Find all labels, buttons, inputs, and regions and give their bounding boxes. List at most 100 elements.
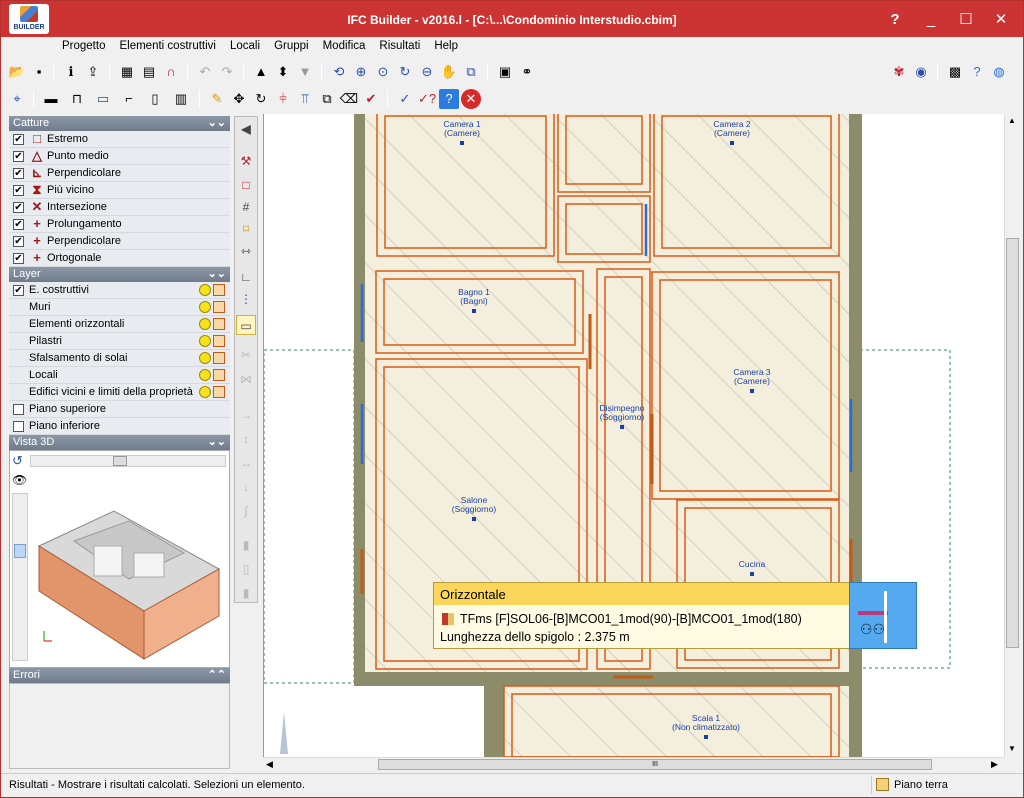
pan-hand-icon[interactable]: ✋	[439, 62, 459, 82]
layer-visibility-icons[interactable]	[198, 368, 228, 382]
checkbox[interactable]: ✔	[13, 134, 24, 145]
room-label[interactable]: Disimpegno (Soggiorno)	[582, 404, 662, 422]
slab-icon[interactable]: ▥	[171, 89, 191, 109]
step-icon[interactable]: ⌐	[119, 89, 139, 109]
wall-icon[interactable]: ▬	[41, 89, 61, 109]
lightbulb-icon[interactable]	[199, 284, 211, 296]
layer-visibility-icons[interactable]	[198, 334, 228, 348]
catture-header[interactable]: Catture ⌄⌄	[9, 116, 230, 131]
box-3d-icon[interactable]	[213, 369, 225, 381]
scroll-right-icon[interactable]: ▶	[991, 759, 998, 770]
layer-item[interactable]: Edifici vicini e limiti della proprietà	[9, 384, 230, 401]
menu-help[interactable]: Help	[427, 37, 465, 55]
menu-progetto[interactable]: Progetto	[55, 37, 112, 55]
checkbox[interactable]: ✔	[13, 219, 24, 230]
web-icon[interactable]: ◍	[989, 62, 1009, 82]
scroll-left-icon[interactable]: ◀	[266, 759, 273, 770]
layer-item[interactable]: Piano superiore	[9, 401, 230, 418]
catture-item[interactable]: ✔ ⧗ Più vicino	[9, 182, 230, 199]
zoom-all-icon[interactable]: ⊕	[351, 62, 371, 82]
column-a-icon[interactable]: ▮	[236, 535, 256, 555]
arrow-up-icon[interactable]: ↕	[236, 429, 256, 449]
arrow-right-icon[interactable]: →	[236, 405, 256, 425]
open-icon[interactable]: 📂	[7, 62, 27, 82]
save-icon[interactable]: ▪	[29, 62, 49, 82]
lightbulb-icon[interactable]	[199, 318, 211, 330]
close-button[interactable]: ✕	[987, 9, 1015, 31]
rotate-icon[interactable]: ↻	[251, 89, 271, 109]
mirror-copy-icon[interactable]: ⫪	[295, 89, 315, 109]
box-3d-icon[interactable]	[213, 284, 225, 296]
minimize-button[interactable]: _	[917, 9, 945, 31]
zoom-window-icon[interactable]: ⟲	[329, 62, 349, 82]
eye-icon[interactable]: 👁	[12, 473, 27, 487]
checkbox[interactable]: ✔	[13, 253, 24, 264]
layer-visibility-icons[interactable]	[198, 283, 228, 297]
collapse-left-icon[interactable]: ◀	[236, 119, 256, 139]
catture-item[interactable]: ✔ ⊾ Perpendicolare	[9, 165, 230, 182]
cut-icon[interactable]: ✂	[236, 345, 256, 365]
checkbox[interactable]	[13, 421, 24, 432]
horizontal-scrollbar[interactable]: ◀ III ▶	[263, 757, 1004, 772]
room-label[interactable]: Cucina	[712, 560, 792, 569]
layer-visibility-icons[interactable]	[198, 385, 228, 399]
angle-icon[interactable]: ∟	[236, 267, 256, 287]
tools-icon[interactable]: ⚒	[236, 151, 256, 171]
scroll-up-icon[interactable]: ▲	[1008, 116, 1016, 125]
redo-icon[interactable]: ↷	[217, 62, 237, 82]
scroll-thumb[interactable]	[1006, 238, 1019, 648]
curve-icon[interactable]: ∫	[236, 501, 256, 521]
box-3d-icon[interactable]	[213, 318, 225, 330]
tables-icon[interactable]: ▦	[117, 62, 137, 82]
scroll-down-icon[interactable]: ▼	[1008, 744, 1016, 753]
checkbox[interactable]: ✔	[13, 202, 24, 213]
help-button[interactable]: ?	[881, 9, 909, 31]
errori-header[interactable]: Errori ⌃⌃	[9, 668, 230, 683]
align-icon[interactable]: ⋮	[236, 289, 256, 309]
colors-icon[interactable]: ◉	[911, 62, 931, 82]
horizontal-slider[interactable]	[30, 455, 226, 467]
box-3d-icon[interactable]	[213, 301, 225, 313]
layer-item[interactable]: Muri	[9, 299, 230, 316]
erase-icon[interactable]: ⌫	[339, 89, 359, 109]
room-label[interactable]: Scala 1 (Non climatizzato)	[666, 714, 746, 732]
collapse-chevron-icon[interactable]: ⌄⌄	[208, 116, 226, 129]
arrow-h-icon[interactable]: ↔	[236, 453, 256, 473]
rotate-view-icon[interactable]: ↺	[12, 453, 23, 469]
floor-indicator[interactable]: Piano terra	[871, 776, 1011, 794]
menu-risultati[interactable]: Risultati	[372, 37, 427, 55]
dimension-icon[interactable]: ⇿	[236, 241, 256, 261]
layer-item[interactable]: Elementi orizzontali	[9, 316, 230, 333]
check-icon[interactable]: ✓	[395, 89, 415, 109]
lightbulb-icon[interactable]	[199, 369, 211, 381]
calculator-icon[interactable]: ▩	[945, 62, 965, 82]
checkbox[interactable]: ✔	[13, 168, 24, 179]
lightbulb-icon[interactable]	[199, 352, 211, 364]
screen-icon[interactable]: ▣	[495, 62, 515, 82]
cancel-icon[interactable]: ✕	[461, 89, 481, 109]
zoom-in-icon[interactable]: ⊙	[373, 62, 393, 82]
arrow-down-icon[interactable]: ↓	[236, 477, 256, 497]
grid-icon[interactable]: #	[236, 197, 256, 217]
lightbulb-icon[interactable]	[199, 301, 211, 313]
drawing-canvas[interactable]: Camera 1 (Camere) Camera 2 (Camere) Bagno 1(…	[263, 114, 1004, 757]
floor-select-icon[interactable]: ⬍	[273, 62, 293, 82]
checkbox[interactable]: ✔	[13, 285, 24, 296]
layer-visibility-icons[interactable]	[198, 317, 228, 331]
room-label[interactable]: Camera 3 (Camere)	[712, 368, 792, 386]
catture-item[interactable]: ✔ □ Estremo	[9, 131, 230, 148]
column-b-icon[interactable]: ▯	[236, 559, 256, 579]
checkbox[interactable]: ✔	[13, 185, 24, 196]
zoom-out-icon[interactable]: ⊖	[417, 62, 437, 82]
lightbulb-icon[interactable]	[199, 386, 211, 398]
room-icon[interactable]: □	[236, 175, 256, 195]
layer-item[interactable]: Piano inferiore	[9, 418, 230, 435]
move-icon[interactable]: ✥	[229, 89, 249, 109]
info-query-icon[interactable]: ?	[439, 89, 459, 109]
catture-item[interactable]: ✔ ✕ Intersezione	[9, 199, 230, 216]
vertical-slider[interactable]	[12, 493, 28, 661]
layer-visibility-icons[interactable]	[198, 351, 228, 365]
layer-header[interactable]: Layer ⌄⌄	[9, 267, 230, 282]
join-icon[interactable]: ⋈	[236, 369, 256, 389]
door-icon[interactable]: ⊓	[67, 89, 87, 109]
